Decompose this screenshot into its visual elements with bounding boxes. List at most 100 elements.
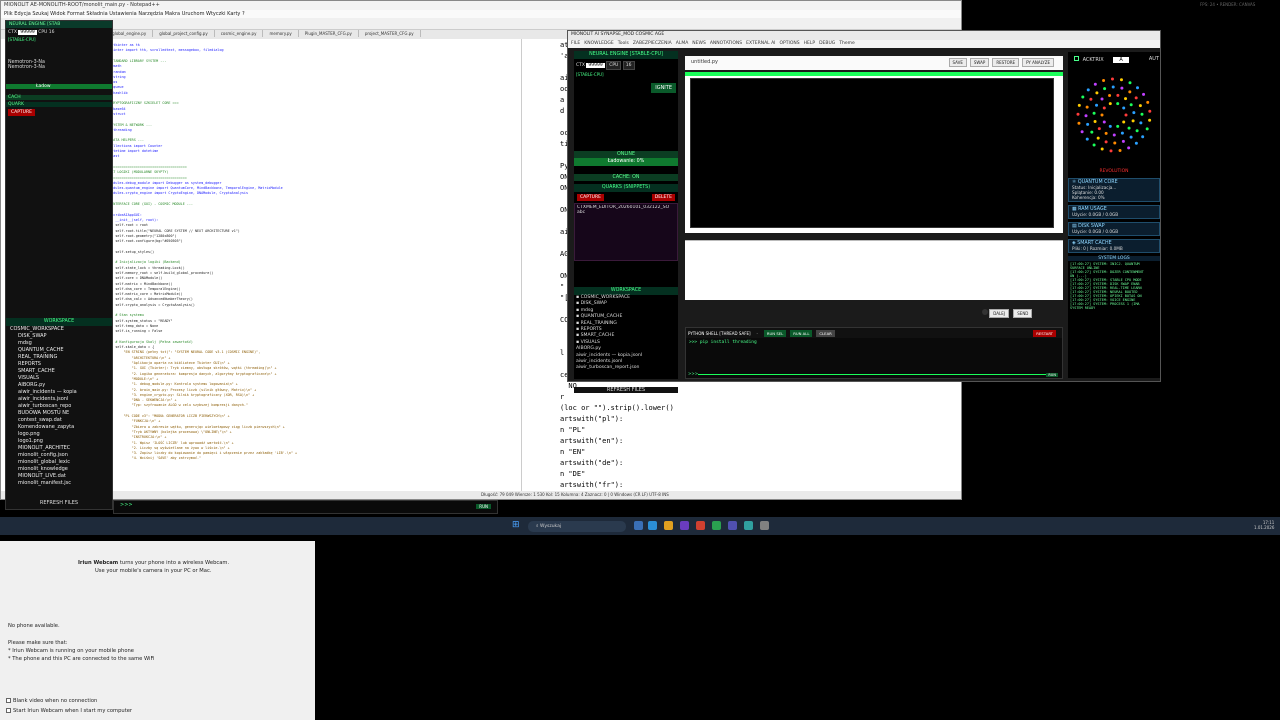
menu-item[interactable]: DEBUG (819, 41, 835, 46)
npp-toolbar[interactable] (1, 18, 961, 30)
windows-start-icon[interactable]: ⊞ (512, 521, 521, 530)
tab-plugin-master[interactable]: Plugin_MASTER_CFG.py (299, 30, 359, 37)
toolbar-py-analyze-button[interactable]: PY ANALYZE (1022, 58, 1054, 67)
python-icon[interactable] (728, 521, 737, 530)
console-strip[interactable]: >>> RUN (113, 500, 498, 514)
menu-item[interactable]: KNOWLEDGE (584, 41, 613, 46)
tree-item[interactable]: REPORTS (6, 361, 112, 368)
tree-item[interactable]: QUANTUM_CACHE (6, 347, 112, 354)
filename-label[interactable]: untitled.py (691, 59, 718, 65)
tab-project-master[interactable]: project_MASTER_CFG.py (359, 30, 421, 37)
output-area[interactable] (685, 240, 1063, 300)
tree-item[interactable]: Komendowane_zapyta (6, 424, 112, 431)
tree-item[interactable]: mionolit_knowledge (6, 466, 112, 473)
tree-item[interactable]: DISK_SWAP (6, 333, 112, 340)
menu-item[interactable]: Tools (618, 41, 629, 46)
edge-icon[interactable] (648, 521, 657, 530)
snippet-list[interactable]: CTXMEM_EDITOR_20260101_032122_SO abc (574, 203, 678, 261)
tree-item[interactable]: MIONOLIT_ARCHITEC (6, 445, 112, 452)
terminal-icon[interactable] (744, 521, 753, 530)
task-view-icon[interactable] (634, 521, 643, 530)
toolbar-restore-button[interactable]: RESTORE (992, 58, 1020, 67)
npp-menubar[interactable]: Plik Edycja Szukaj Widok Format Składnia… (1, 10, 961, 18)
tree-item[interactable]: mionolit_config.json (6, 452, 112, 459)
settings-icon[interactable] (760, 521, 769, 530)
explorer-icon[interactable] (664, 521, 673, 530)
clock[interactable]: 17:11 1.01.2026 (1254, 520, 1274, 530)
taskbar-search[interactable]: ⌕ Wyszukaj (528, 521, 626, 532)
menu-item[interactable]: EXTERNAL AI (746, 41, 775, 46)
ctx-input[interactable]: 99999 (586, 63, 605, 68)
shell-input-line[interactable] (698, 374, 1048, 375)
tree-item[interactable]: logo1.png (6, 438, 112, 445)
toolbar-swap-button[interactable]: SWAP (969, 58, 990, 67)
menu-item[interactable]: ANNOTATIONS (710, 41, 742, 46)
tab-memory[interactable]: memory.py (263, 30, 299, 37)
menu-item[interactable]: HELP (804, 41, 815, 46)
console-run-button[interactable]: RUN (476, 504, 491, 509)
code-editor-left[interactable]: import tkinter as tk from tkinter import … (77, 39, 517, 491)
chrome-icon[interactable] (696, 521, 705, 530)
menu-item[interactable]: Theme (839, 41, 855, 46)
tree-item[interactable]: BUDOWA MOSTU NE (6, 410, 112, 417)
refresh-files-button[interactable]: REFRESH FILES (574, 387, 678, 393)
restart-button[interactable]: RESTART (1033, 330, 1056, 337)
tree-item[interactable]: VISUALS (6, 375, 112, 382)
acktrix-checkbox[interactable] (1074, 56, 1079, 61)
v16-toggle[interactable]: 16 (622, 61, 635, 70)
menu-item[interactable]: OPTIONS (780, 41, 800, 46)
req-wifi: * The phone and this PC are connected to… (8, 656, 155, 662)
snippet-item[interactable]: abc (577, 210, 675, 215)
orb-particle (1138, 104, 1142, 108)
menu-item[interactable]: NEWS (692, 41, 706, 46)
tree-item[interactable]: aiwir_incidents — kopia (6, 389, 112, 396)
menu-item[interactable]: FILE (571, 41, 580, 46)
code-input-area[interactable] (690, 78, 1054, 228)
menu-item[interactable]: ALMA (676, 41, 689, 46)
app-icon[interactable] (680, 521, 689, 530)
tree-item[interactable]: aiwir_turboscan_report.json (576, 365, 678, 371)
tree-item[interactable]: mionolit_global_lexic (6, 459, 112, 466)
tab-global-config[interactable]: global_project_config.py (153, 30, 215, 37)
tree-item[interactable]: logo.png (6, 431, 112, 438)
autostart-option[interactable]: Start Iriun Webcam when I start my compu… (6, 708, 132, 714)
run-sel-button[interactable]: RUN SEL (763, 330, 787, 337)
tree-item[interactable]: aiwir_turboscan_repo (6, 403, 112, 410)
a-field[interactable]: A (1113, 57, 1129, 63)
tree-item[interactable]: mionolit_manifest.jsc (6, 480, 112, 487)
toolbar-save-button[interactable]: SAVE (948, 58, 967, 67)
tree-item[interactable]: MIONOLIT_LIVE.dat (6, 473, 112, 480)
capture-button[interactable]: CAPTURE (577, 194, 604, 201)
snippet-item[interactable]: CTXMEM_EDITOR_20260101_032122_SO (577, 205, 675, 210)
cpu-toggle[interactable]: CPU (606, 61, 622, 70)
notepadpp-icon[interactable] (712, 521, 721, 530)
send-button[interactable]: SEND (1013, 309, 1033, 318)
tree-item[interactable]: aiwir_incidents.jsonl (6, 396, 112, 403)
left-tree-root[interactable]: COSMIC_WORKSPACE (6, 326, 112, 333)
delete-button[interactable]: DELETE (651, 194, 675, 201)
tree-item[interactable]: contest_swap.dat (6, 417, 112, 424)
shell-command[interactable]: >>> pip install threading (686, 338, 1062, 347)
left-capture-button[interactable]: CAPTURE (8, 109, 35, 116)
clear-button[interactable]: CLEAR (816, 330, 835, 337)
tree-item[interactable]: mdsg (6, 340, 112, 347)
run-all-button[interactable]: RUN ALL (790, 330, 813, 337)
tree-item[interactable]: AIBORG.py (6, 382, 112, 389)
left-ctx-input[interactable]: 99999 (18, 30, 37, 35)
dalej-button[interactable]: DALEJ (989, 309, 1009, 318)
checkbox-icon[interactable] (6, 708, 11, 713)
tree-item[interactable]: REAL_TRAINING (6, 354, 112, 361)
left-v16[interactable]: 16 (49, 30, 55, 35)
ignite-button[interactable]: IGNITE (651, 83, 676, 93)
checkbox-icon[interactable] (6, 698, 11, 703)
blank-video-option[interactable]: Blank video when no connection (6, 698, 97, 704)
left-refresh-button[interactable]: REFRESH FILES (6, 500, 112, 506)
tab-global-engine[interactable]: global_engine.py (106, 30, 154, 37)
tree-item[interactable]: SMART_CACHE (6, 368, 112, 375)
menu-item[interactable]: ZABEZPIECZENIA (633, 41, 672, 46)
tab-cosmic-engine[interactable]: cosmic_engine.py (215, 30, 264, 37)
record-icon[interactable] (982, 309, 988, 315)
shell-run-button[interactable]: RUN (1046, 373, 1058, 377)
orb-particle (1141, 135, 1145, 139)
left-cpu[interactable]: CPU (38, 30, 47, 35)
